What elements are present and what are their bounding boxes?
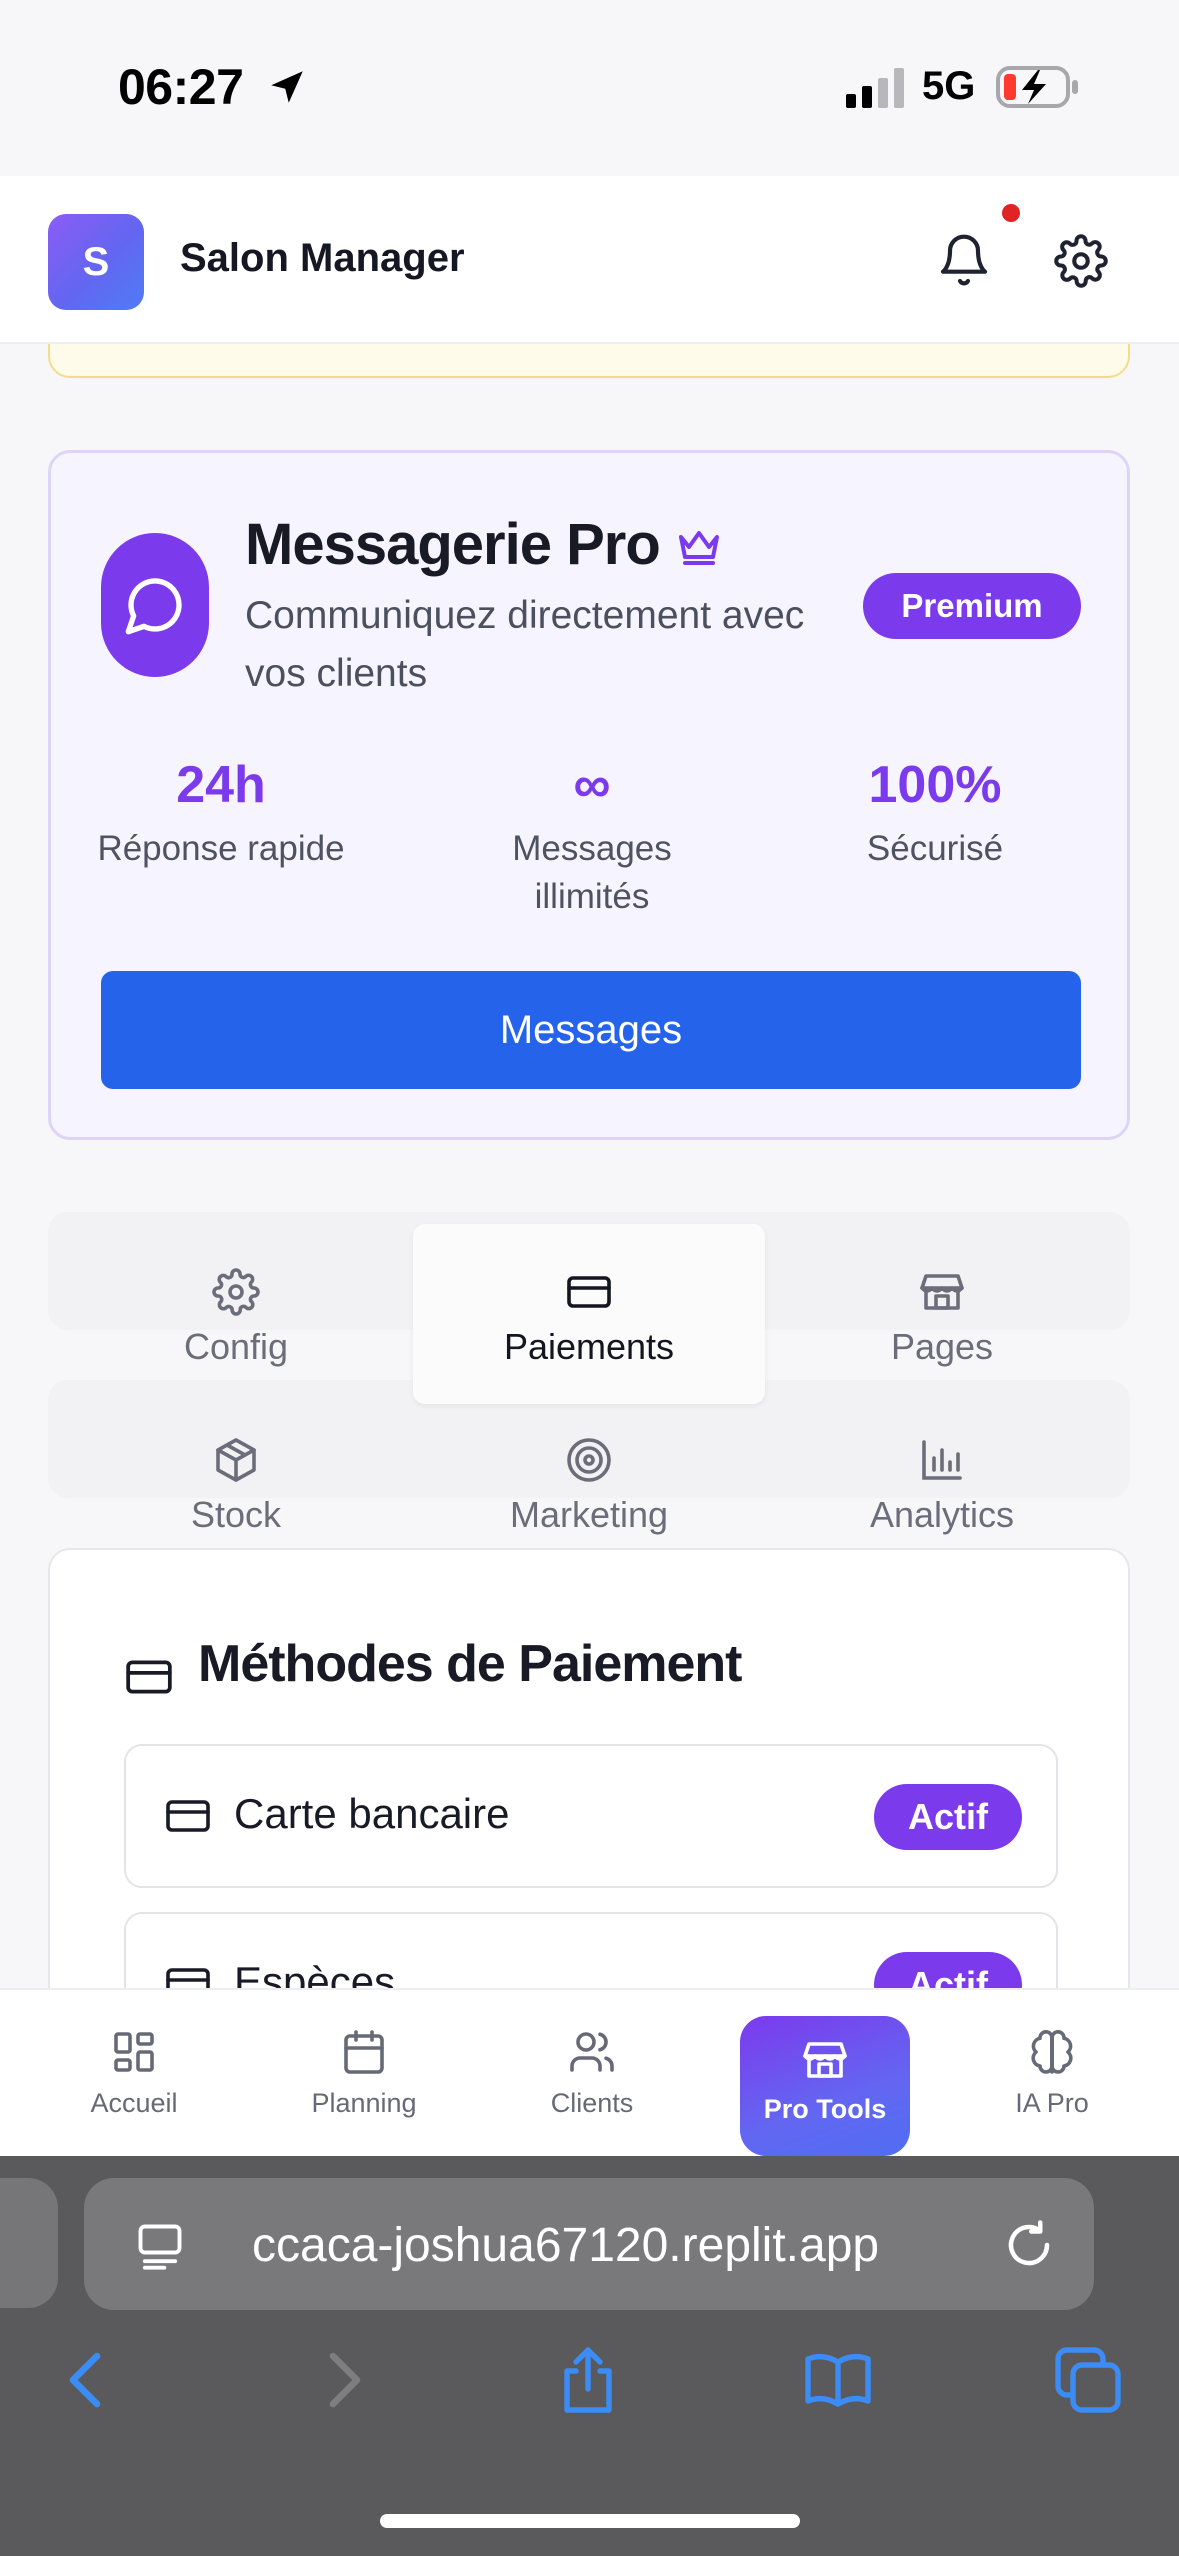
store-icon	[803, 2042, 847, 2078]
bar-chart-icon	[922, 1440, 962, 1480]
share-icon[interactable]	[552, 2344, 624, 2416]
nav-label: Clients	[550, 2088, 634, 2118]
stat-security: 100% Sécurisé	[765, 753, 1105, 873]
app-header: S Salon Manager	[0, 176, 1179, 344]
credit-card-icon	[567, 1276, 611, 1308]
nav-clients[interactable]: Clients	[492, 1990, 692, 2158]
premium-badge: Premium	[863, 573, 1081, 639]
tab-paiements[interactable]: Paiements	[413, 1224, 765, 1404]
nav-label: IA Pro	[1015, 2088, 1089, 2118]
stat-response: 24h Réponse rapide	[51, 753, 391, 873]
signal-icon	[846, 68, 904, 108]
credit-card-icon	[166, 1800, 210, 1832]
nav-ia-pro[interactable]: IA Pro	[952, 1990, 1152, 2158]
status-badge[interactable]: Actif	[874, 1784, 1022, 1850]
messaging-title: Messagerie Pro	[245, 512, 661, 577]
network-type: 5G	[922, 64, 976, 108]
tab-label: Stock	[190, 1494, 282, 1535]
users-icon	[570, 2032, 614, 2072]
address-bar[interactable]: ccaca-joshua67120.replit.app	[84, 2178, 1094, 2310]
nav-label: Planning	[311, 2088, 417, 2118]
status-time: 06:27	[118, 59, 244, 115]
url-text[interactable]: ccaca-joshua67120.replit.app	[252, 2218, 879, 2273]
tab-label: Paiements	[503, 1326, 675, 1367]
package-icon	[216, 1438, 256, 1482]
tab-config[interactable]: Config	[60, 1212, 412, 1392]
calendar-icon	[344, 2030, 384, 2074]
tab-label: Config	[183, 1326, 289, 1367]
store-icon	[920, 1274, 964, 1310]
crown-icon	[679, 531, 719, 565]
brain-icon	[1031, 2030, 1073, 2074]
nav-label: Accueil	[90, 2088, 178, 2118]
tabs-icon[interactable]	[1052, 2344, 1124, 2416]
nav-label: Pro Tools	[763, 2094, 887, 2124]
home-indicator[interactable]	[380, 2514, 800, 2528]
stat-label: Réponse rapide	[97, 829, 345, 868]
stat-value: 24h	[176, 756, 266, 814]
bookmarks-book-icon[interactable]	[802, 2344, 874, 2416]
tab-label: Marketing	[509, 1494, 669, 1535]
stat-value: ∞	[573, 756, 611, 814]
tab-label: Pages	[890, 1326, 994, 1367]
tab-analytics[interactable]: Analytics	[766, 1380, 1118, 1560]
settings-gear-icon[interactable]	[1054, 234, 1108, 288]
tab-pages[interactable]: Pages	[766, 1212, 1118, 1392]
bell-icon[interactable]	[936, 232, 992, 288]
credit-card-icon	[126, 1660, 172, 1694]
messaging-pro-card: Messagerie Pro Communiquez directement a…	[48, 450, 1130, 1140]
tab-marketing[interactable]: Marketing	[413, 1380, 765, 1560]
back-arrow-icon[interactable]	[52, 2344, 124, 2416]
app-logo: S	[48, 214, 144, 310]
forward-arrow-icon[interactable]	[306, 2344, 378, 2416]
location-arrow-icon	[271, 71, 303, 103]
messaging-subtitle: Communiquez directement avec vos clients	[245, 594, 805, 695]
stat-label: Sécurisé	[866, 829, 1004, 868]
status-bar: 06:27 5G	[0, 0, 1179, 176]
nav-pro-tools[interactable]: Pro Tools	[740, 2016, 910, 2156]
stat-messages: ∞ Messages illimités	[422, 753, 762, 921]
nav-planning[interactable]: Planning	[264, 1990, 464, 2158]
app-title: Salon Manager	[180, 236, 465, 280]
tab-stock[interactable]: Stock	[60, 1380, 412, 1560]
previous-tab-preview[interactable]	[0, 2178, 58, 2308]
payment-methods-title: Méthodes de Paiement	[198, 1635, 742, 1693]
target-icon	[567, 1438, 611, 1482]
reload-icon[interactable]	[1002, 2218, 1056, 2272]
dashboard-icon	[114, 2032, 154, 2072]
messages-button[interactable]: Messages	[101, 971, 1081, 1089]
battery-icon	[996, 66, 1078, 108]
payment-method-row[interactable]: Carte bancaire Actif	[124, 1744, 1058, 1888]
notification-dot	[1002, 204, 1020, 222]
stat-value: 100%	[868, 756, 1002, 814]
tab-label: Analytics	[869, 1494, 1015, 1535]
payment-method-label: Carte bancaire	[234, 1790, 510, 1837]
nav-accueil[interactable]: Accueil	[34, 1990, 234, 2158]
stat-label: Messages illimités	[512, 829, 672, 916]
gear-icon	[212, 1268, 260, 1316]
page-menu-icon[interactable]	[134, 2220, 186, 2272]
message-bubble-icon	[101, 533, 209, 677]
bottom-navigation: Accueil Planning Clients Pro Tools IA Pr…	[0, 1988, 1179, 2156]
